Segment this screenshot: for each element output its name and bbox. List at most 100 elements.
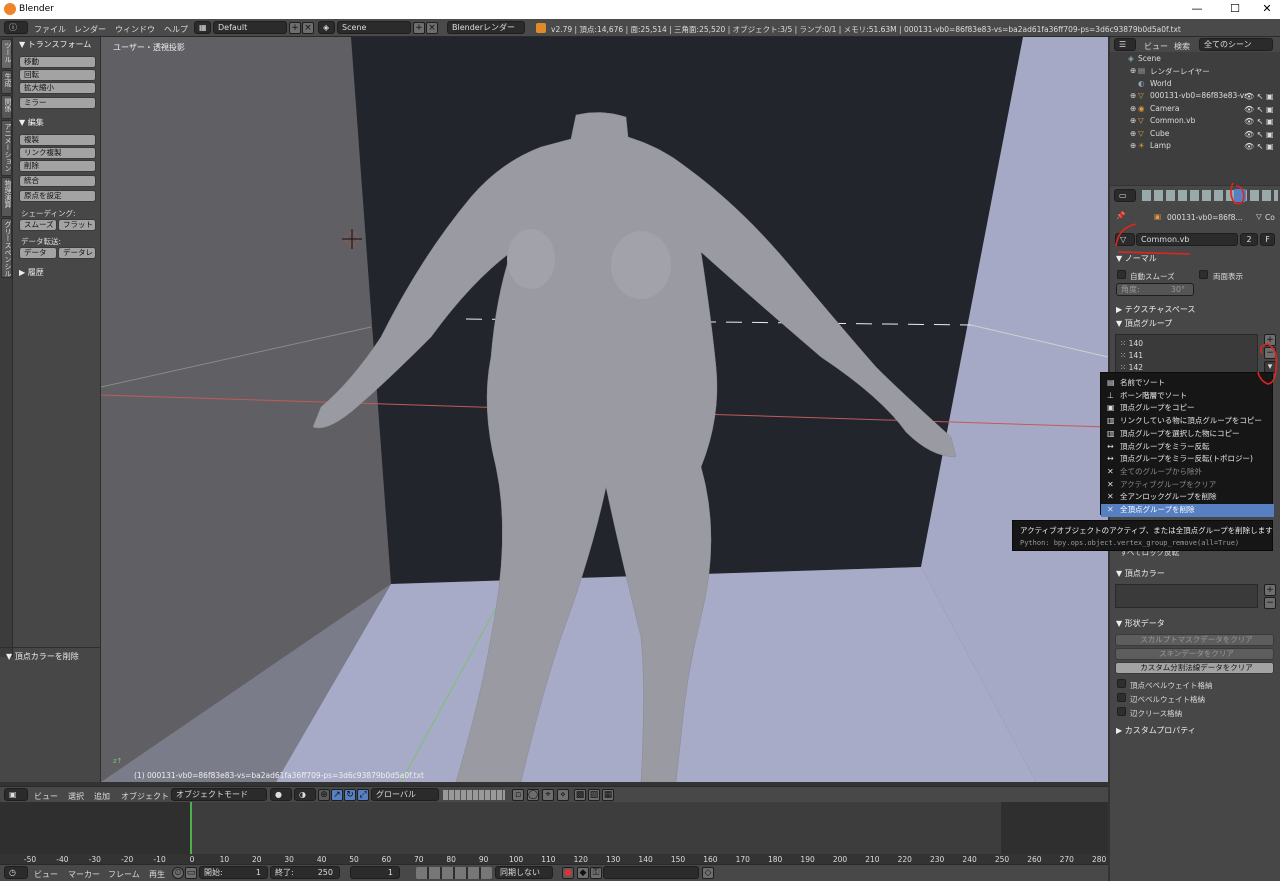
menu-window[interactable]: ウィンドウ <box>115 24 155 35</box>
fake-user-toggle[interactable]: F <box>1260 233 1275 246</box>
pin-icon[interactable]: 📌 <box>1116 211 1125 220</box>
context-menu-item[interactable]: ▥ 頂点グループを選択した物にコピー <box>1101 428 1274 441</box>
scene-remove-icon[interactable]: × <box>426 22 438 34</box>
outliner-item-world[interactable]: ◐ World <box>1110 79 1280 92</box>
viewport-3d[interactable]: ユーザー・透視投影 (1) 000131-vb0=86f83e83-vs=ba2… <box>101 37 1108 782</box>
translate-manipulator-icon[interactable]: ↗ <box>331 789 343 801</box>
move-button[interactable]: 移動 <box>19 56 96 68</box>
mirror-button[interactable]: ミラー <box>19 97 96 109</box>
layout-add-icon[interactable]: + <box>289 22 301 34</box>
mesh-users-count[interactable]: 2 <box>1240 233 1258 246</box>
viewport-shading-icon[interactable]: ● <box>270 788 292 801</box>
data-transfer-layout-button[interactable]: データレ <box>58 247 96 259</box>
tab-create[interactable]: 生成 <box>1 70 12 94</box>
layout-selector[interactable]: Default <box>213 21 287 34</box>
shade-smooth-button[interactable]: スムーズ <box>19 219 57 231</box>
outliner-item-scene[interactable]: ◈ Scene <box>1110 54 1280 67</box>
context-menu-item[interactable]: ✕ 全てのグループから除外 <box>1101 466 1274 479</box>
outliner-menu-view[interactable]: ビュー <box>1144 41 1168 52</box>
scale-button[interactable]: 拡大縮小 <box>19 82 96 94</box>
layers-icon[interactable] <box>443 790 505 800</box>
outliner-item-renderlayer[interactable]: ⊕ ▤ レンダーレイヤー <box>1110 66 1280 79</box>
layout-icon[interactable]: ▦ <box>194 21 211 34</box>
context-menu-item[interactable]: ✕ アクティブグループをクリア <box>1101 479 1274 492</box>
insert-keyframe-icon[interactable]: ◇ <box>702 867 714 879</box>
timeline-menu-view[interactable]: ビュー <box>34 869 58 880</box>
outliner-editor-type-icon[interactable]: ☰ <box>1114 38 1136 51</box>
context-menu-item[interactable]: ▥ リンクしている物に頂点グループをコピー <box>1101 415 1274 428</box>
timeline[interactable]: -50 -40 -30 -20 -10 0 10 20 30 40 50 60 70 80 90 100 110… <box>0 802 1108 864</box>
set-origin-dropdown[interactable]: 原点を設定 <box>19 190 96 202</box>
rotate-manipulator-icon[interactable]: ↻ <box>344 789 356 801</box>
menu-render[interactable]: レンダー <box>74 24 106 35</box>
scale-manipulator-icon[interactable]: ⤢ <box>357 789 369 801</box>
add-vcolor-icon[interactable]: + <box>1264 584 1276 596</box>
auto-smooth-angle-field[interactable]: 角度: 30° <box>1116 283 1194 296</box>
outliner[interactable]: ☰ ビュー 検索 全てのシーン ◈ Scene ⊕ ▤ レンダーレイヤー ◐ World… <box>1110 37 1280 185</box>
context-menu-item[interactable]: ↔ 頂点グループをミラー反転(トポロジー) <box>1101 453 1274 466</box>
clear-sculpt-mask-button[interactable]: スカルプトマスクデータをクリア <box>1115 634 1274 646</box>
shape-data-panel-header[interactable]: ▼ 形状データ <box>1116 618 1165 629</box>
close-button[interactable]: ✕ <box>1254 2 1280 17</box>
tab-relations[interactable]: 関係 <box>1 95 12 119</box>
camera-render-icon[interactable]: ▨ <box>588 789 600 801</box>
mode-dropdown[interactable]: オブジェクトモード <box>171 788 267 801</box>
store-crease-checkbox[interactable] <box>1117 707 1126 716</box>
shade-flat-button[interactable]: フラット <box>58 219 96 231</box>
delete-button[interactable]: 削除 <box>19 160 96 172</box>
view3d-menu-add[interactable]: 追加 <box>94 791 110 802</box>
store-bevel-vertex-checkbox[interactable] <box>1117 679 1126 688</box>
timeline-editor-type-icon[interactable]: ◷ <box>4 866 28 879</box>
lock-layers-icon[interactable]: ▫ <box>512 789 524 801</box>
vertex-groups-panel-header[interactable]: ▼ 頂点グループ <box>1116 318 1172 329</box>
context-menu-item[interactable]: ✕ 全アンロックグループを削除 <box>1101 491 1274 504</box>
properties-context-tabs[interactable] <box>1142 190 1278 201</box>
tab-tools[interactable]: ツール <box>1 39 12 69</box>
vertex-color-list[interactable] <box>1115 584 1258 608</box>
tab-physics[interactable]: 物理演算 <box>1 177 12 217</box>
context-menu-item[interactable]: ▣ 頂点グループをコピー <box>1101 402 1274 415</box>
tab-animation[interactable]: アニメーション <box>1 120 12 176</box>
scene-icon[interactable]: ◈ <box>318 21 335 34</box>
render-icon[interactable]: ▩ <box>574 789 586 801</box>
normals-panel-header[interactable]: ▼ ノーマル <box>1116 253 1157 264</box>
context-menu-item[interactable]: ↔ 頂点グループをミラー反転 <box>1101 441 1274 454</box>
manipulator-icon[interactable]: ⊕ <box>318 789 330 801</box>
vgroup-item[interactable]: ⁙ 142 <box>1120 363 1143 372</box>
visibility-toggles[interactable]: 👁 ↖ ▣ 👁 ↖ ▣ 👁 ↖ ▣ 👁 ↖ ▣ 👁 ↖ ▣ <box>1244 91 1278 151</box>
custom-properties-panel-header[interactable]: ▶ カスタムプロパティ <box>1116 725 1196 736</box>
duplicate-linked-button[interactable]: リンク複製 <box>19 147 96 159</box>
maximize-button[interactable]: ☐ <box>1222 2 1248 17</box>
start-frame-field[interactable]: 開始: 1 <box>199 866 268 879</box>
data-transfer-button[interactable]: データ <box>19 247 57 259</box>
current-frame-field[interactable]: 1 <box>350 866 400 879</box>
view3d-menu-view[interactable]: ビュー <box>34 791 58 802</box>
mesh-name-field[interactable]: Common.vb <box>1136 233 1238 246</box>
keying-icon[interactable]: ◆ <box>577 867 589 879</box>
view3d-menu-object[interactable]: オブジェクト <box>121 791 169 802</box>
operator-panel-header[interactable]: ▼ 頂点カラーを削除 <box>6 651 79 662</box>
snap-element-icon[interactable]: ⋄ <box>557 789 569 801</box>
keying-set-field[interactable] <box>603 866 699 879</box>
timeline-menu-marker[interactable]: マーカー <box>68 869 100 880</box>
store-bevel-edge-checkbox[interactable] <box>1117 693 1126 702</box>
view3d-editor-type-icon[interactable]: ▣ <box>4 788 28 801</box>
menu-file[interactable]: ファイル <box>34 24 66 35</box>
double-sided-checkbox[interactable] <box>1199 270 1208 279</box>
render-engine-dropdown[interactable]: Blenderレンダー <box>447 21 525 34</box>
keyingset-icon[interactable]: ⚿ <box>590 867 602 879</box>
auto-smooth-checkbox[interactable] <box>1117 270 1126 279</box>
scene-add-icon[interactable]: + <box>413 22 425 34</box>
view3d-menu-select[interactable]: 選択 <box>68 791 84 802</box>
layout-remove-icon[interactable]: × <box>302 22 314 34</box>
lock-range-icon[interactable]: ▭ <box>185 867 197 879</box>
transform-panel-header[interactable]: ▼ トランスフォーム <box>19 39 91 50</box>
texture-space-panel-header[interactable]: ▶ テクスチャスペース <box>1116 304 1195 315</box>
duplicate-button[interactable]: 複製 <box>19 134 96 146</box>
vertex-group-list[interactable]: ⁙ 140 ⁙ 141 ⁙ 142 <box>1115 334 1258 374</box>
editor-type-icon[interactable]: ⓘ <box>4 21 28 34</box>
proportional-edit-icon[interactable]: ◯ <box>527 789 539 801</box>
context-menu-item[interactable]: ⊥ ボーン階層でソート <box>1101 390 1274 403</box>
orientation-dropdown[interactable]: グローバル <box>371 788 439 801</box>
clear-custom-normals-button[interactable]: カスタム分割法線データをクリア <box>1115 662 1274 674</box>
